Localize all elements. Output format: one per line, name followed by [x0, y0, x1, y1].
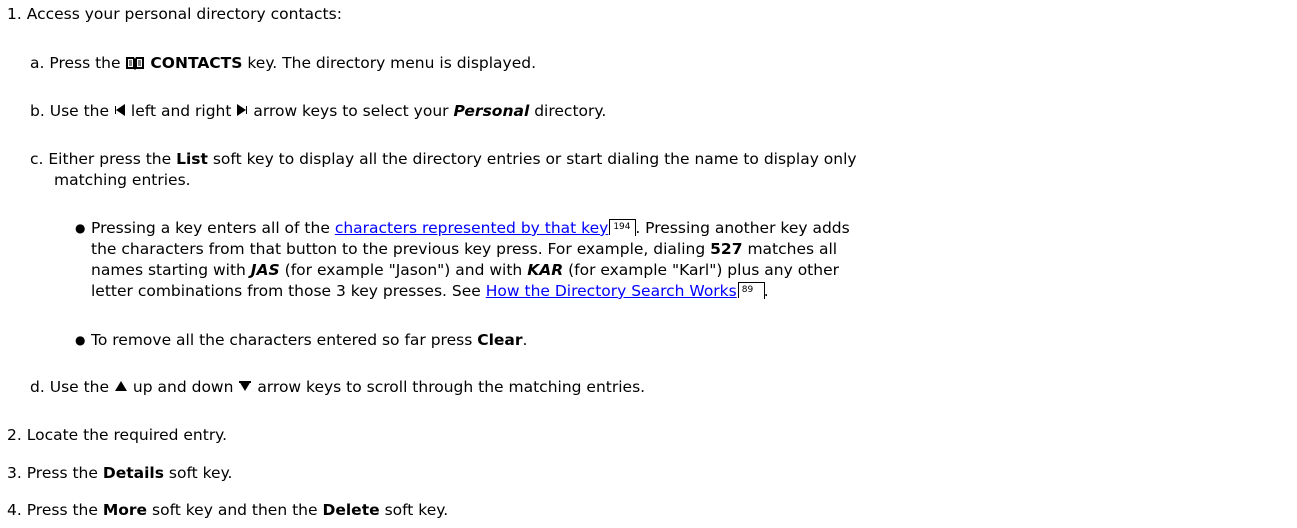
bullet-dot: ●	[75, 221, 86, 235]
personal-directory-label: Personal	[453, 102, 530, 120]
step-text: Press the	[49, 54, 121, 72]
step-1b: b. Use the left and right arrow keys to …	[30, 101, 606, 121]
step-text: Locate the required entry.	[26, 426, 228, 444]
step-letter: d.	[30, 378, 45, 396]
bullet-2: To remove all the characters entered so …	[91, 330, 527, 350]
step-1c: c. Either press the List soft key to dis…	[30, 149, 857, 169]
directory-search-link[interactable]: How the Directory Search Works	[486, 282, 737, 300]
step-text: soft key.	[168, 464, 233, 482]
bullet-1-line-3: names starting with JAS (for example "Ja…	[91, 260, 839, 280]
step-letter: c.	[30, 150, 44, 168]
bullet-text: .	[522, 331, 528, 349]
bullet-text: names starting with	[91, 261, 246, 279]
step-1d: d. Use the up and down arrow keys to scr…	[30, 377, 645, 397]
step-letter: a.	[30, 54, 45, 72]
step-1c-cont: matching entries.	[54, 170, 191, 190]
step-number: 3.	[7, 464, 22, 482]
step-2: 2. Locate the required entry.	[7, 425, 227, 445]
bullet-text: letter combinations from those 3 key pre…	[91, 282, 481, 300]
contacts-key-label: CONTACTS	[150, 54, 243, 72]
dial-number: 527	[710, 240, 743, 258]
step-text: soft key to display all the directory en…	[212, 150, 857, 168]
step-number: 4.	[7, 501, 22, 519]
step-1: 1. Access your personal directory contac…	[7, 4, 342, 24]
down-arrow-icon	[238, 378, 252, 396]
step-text: directory.	[534, 102, 607, 120]
bullet-1-line-2: the characters from that button to the p…	[91, 239, 837, 259]
step-text: Press the	[26, 464, 98, 482]
bullet-text: (for example "Karl") plus any other	[568, 261, 839, 279]
up-arrow-icon	[114, 378, 128, 396]
more-key-label: More	[102, 501, 148, 519]
step-4: 4. Press the More soft key and then the …	[7, 500, 448, 520]
step-letter: b.	[30, 102, 45, 120]
characters-link[interactable]: characters represented by that key	[335, 219, 609, 237]
step-text: arrow keys to select your	[253, 102, 449, 120]
step-text: Press the	[26, 501, 98, 519]
step-text: up and down	[132, 378, 234, 396]
step-text: Use the	[49, 102, 110, 120]
step-text: Access your personal directory contacts:	[26, 5, 342, 23]
right-arrow-icon	[236, 102, 248, 120]
step-text: key. The directory menu is displayed.	[247, 54, 537, 72]
step-1a: a. Press the CONTACTS key. The directory…	[30, 53, 536, 73]
bullet-text: . Pressing another key adds	[635, 219, 850, 237]
step-text: matching entries.	[54, 171, 191, 189]
step-number: 1.	[7, 5, 22, 23]
step-text: Use the	[49, 378, 110, 396]
page-ref-194[interactable]: 194	[609, 219, 637, 236]
step-text: left and right	[130, 102, 232, 120]
bullet-text: Pressing a key enters all of the	[91, 219, 330, 237]
contacts-book-icon	[125, 54, 145, 72]
jas-example: JAS	[250, 261, 280, 279]
list-key-label: List	[176, 150, 208, 168]
details-key-label: Details	[102, 464, 164, 482]
bullet-dot: ●	[75, 333, 86, 347]
left-arrow-icon	[114, 102, 126, 120]
step-text: soft key.	[384, 501, 449, 519]
instructions-document: 1. Access your personal directory contac…	[0, 0, 1297, 528]
bullet-text: the characters from that button to the p…	[91, 240, 706, 258]
step-3: 3. Press the Details soft key.	[7, 463, 233, 483]
bullet-text: (for example "Jason") and with	[284, 261, 523, 279]
page-ref-89[interactable]: 89	[737, 282, 765, 299]
bullet-1-line-4: letter combinations from those 3 key pre…	[91, 281, 769, 301]
step-text: arrow keys to scroll through the matchin…	[257, 378, 646, 396]
step-text: soft key and then the	[152, 501, 318, 519]
delete-key-label: Delete	[322, 501, 380, 519]
step-text: Either press the	[48, 150, 172, 168]
page-ref-number: 89	[741, 285, 754, 295]
bullet-text: matches all	[747, 240, 838, 258]
kar-example: KAR	[527, 261, 564, 279]
bullet-1-line-1: Pressing a key enters all of the charact…	[91, 218, 850, 238]
bullet-text: To remove all the characters entered so …	[91, 331, 473, 349]
step-number: 2.	[7, 426, 22, 444]
clear-key-label: Clear	[477, 331, 523, 349]
